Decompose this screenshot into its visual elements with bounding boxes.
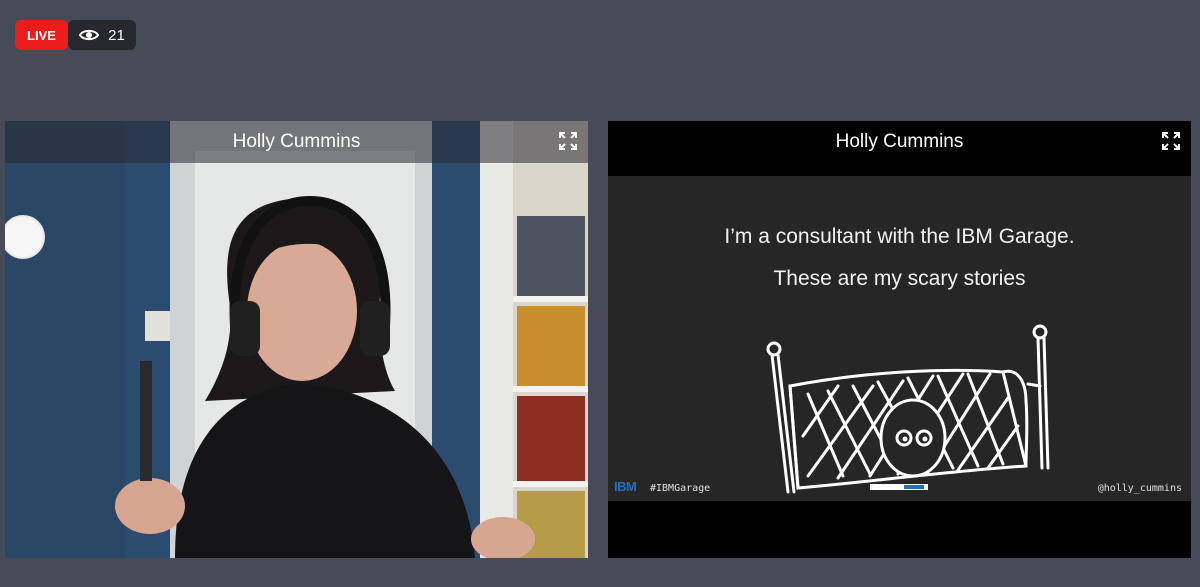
panel-title-speaker: Holly Cummins: [5, 121, 588, 163]
bed-monster-illustration: [766, 324, 1050, 494]
presenter-name: Holly Cummins: [835, 131, 964, 152]
speaker-name: Holly Cummins: [232, 131, 361, 152]
live-badge: LIVE: [15, 20, 68, 50]
slide-hashtag: #IBMGarage: [650, 483, 711, 494]
expand-icon[interactable]: [1161, 131, 1181, 151]
viewer-count: 21: [108, 26, 125, 44]
ibm-logo: IBM: [614, 479, 637, 494]
speaker-video-panel[interactable]: Holly Cummins: [5, 121, 588, 558]
slide-handle: @holly_cummins: [1097, 483, 1182, 494]
eye-icon: [79, 29, 100, 41]
live-label: LIVE: [27, 27, 56, 43]
panel-title-screen: Holly Cummins: [608, 121, 1191, 163]
screen-share-panel[interactable]: Holly Cummins I’m a consultant with the …: [608, 121, 1191, 558]
speaker-video: [5, 121, 588, 558]
presentation-slide: I’m a consultant with the IBM Garage. Th…: [608, 176, 1191, 501]
viewer-count-badge: 21: [68, 20, 136, 50]
expand-icon[interactable]: [558, 131, 578, 151]
